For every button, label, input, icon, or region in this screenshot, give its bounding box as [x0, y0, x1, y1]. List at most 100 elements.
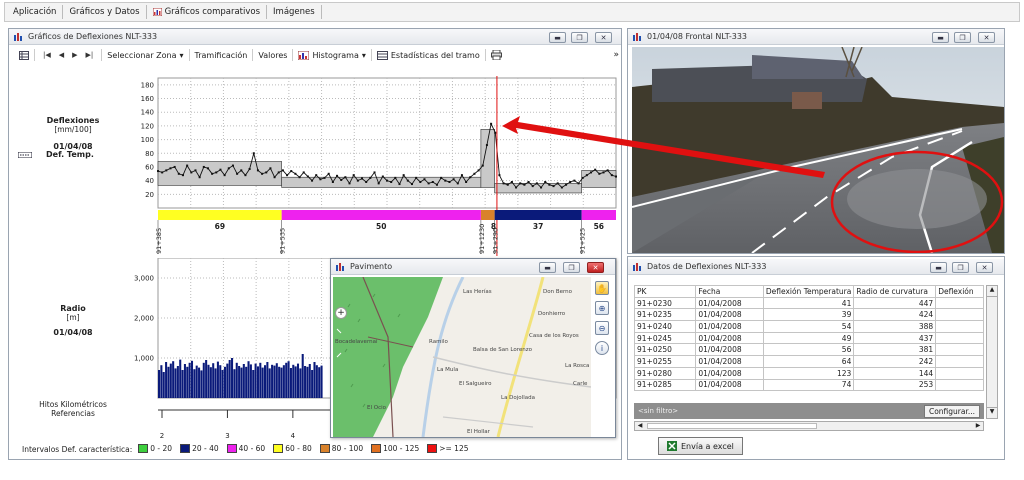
legend-swatch — [138, 444, 149, 453]
configure-button[interactable]: Configurar... — [923, 404, 980, 418]
last-icon[interactable]: ▶| — [83, 51, 97, 59]
radius-bar — [256, 366, 259, 398]
grid-toggle-button[interactable] — [14, 49, 35, 61]
scroll-right-icon[interactable]: ▶ — [973, 422, 983, 430]
close-button[interactable]: ✕ — [587, 262, 604, 273]
column-header[interactable]: Radio de curvatura — [853, 285, 937, 298]
deflection-point — [423, 178, 426, 181]
data-table: PK Fecha Deflexión Temperatura Radio de cur… — [634, 285, 984, 392]
column-header[interactable]: Fecha — [695, 285, 764, 298]
table-cell: 242 — [853, 355, 937, 368]
legend-label: >= 125 — [439, 444, 469, 453]
maximize-button[interactable]: ❐ — [571, 32, 588, 43]
table-row[interactable]: 91+0235 01/04/2008 39 424 — [634, 308, 984, 322]
menu-tab-graficos-datos[interactable]: Gráficos y Datos — [63, 5, 147, 19]
column-header[interactable]: Deflexión — [935, 285, 984, 298]
deflection-point — [290, 170, 293, 173]
maximize-button[interactable]: ❐ — [954, 32, 971, 43]
deflection-point — [410, 183, 413, 186]
prev-icon[interactable]: ◀ — [56, 51, 67, 59]
photo-window-title: 01/04/08 Frontal NLT-333 — [647, 32, 748, 41]
dropdown-arrow-icon: ▾ — [361, 50, 366, 60]
legend-item: 40 - 60 — [226, 444, 265, 453]
first-icon[interactable]: |◀ — [40, 51, 54, 59]
next-icon[interactable]: ▶ — [69, 51, 80, 59]
table-row[interactable]: 91+0240 01/04/2008 54 388 — [634, 320, 984, 333]
table-row[interactable]: 91+0285 01/04/2008 74 253 — [634, 378, 984, 392]
radius-bar — [266, 362, 269, 398]
column-header[interactable]: PK — [634, 285, 697, 298]
radius-bar — [285, 362, 288, 398]
tramification-button[interactable]: Tramificación — [190, 49, 254, 61]
pan-hand-icon[interactable]: ✋ — [595, 281, 609, 295]
radius-bar — [235, 362, 238, 398]
minimize-button[interactable]: ▬ — [932, 32, 949, 43]
radius-bar — [205, 360, 208, 398]
vertical-scrollbar[interactable]: ▲ ▼ — [986, 285, 998, 419]
radius-bar — [202, 362, 205, 398]
zoom-in-icon[interactable]: ⊕ — [595, 301, 609, 315]
table-row[interactable]: 91+0230 01/04/2008 41 447 — [634, 296, 984, 310]
close-button[interactable]: ✕ — [976, 262, 993, 273]
table-row[interactable]: 91+0245 01/04/2008 49 437 — [634, 331, 984, 345]
deflection-point — [415, 176, 418, 179]
minimize-button[interactable]: ▬ — [930, 262, 947, 273]
menu-tab-graficos-comparativos[interactable]: Gráficos comparativos — [147, 5, 268, 19]
horizontal-scrollbar[interactable]: ◀ ▶ — [634, 421, 984, 431]
radius-bar — [162, 372, 165, 398]
deflection-point — [356, 179, 359, 182]
deflection-point — [231, 164, 234, 167]
scroll-left-icon[interactable]: ◀ — [635, 422, 645, 430]
table-row[interactable]: 91+0255 01/04/2008 64 242 — [634, 355, 984, 368]
menu-tab-aplicacion[interactable]: Aplicación — [7, 5, 64, 19]
table-cell — [935, 343, 984, 357]
table-cell: 91+0230 — [634, 296, 697, 310]
histogram-button[interactable]: Histograma ▾ — [293, 49, 372, 61]
y-tick-label: 140 — [141, 109, 154, 117]
menu-tab-imagenes[interactable]: Imágenes — [267, 5, 322, 19]
close-button[interactable]: ✕ — [595, 32, 612, 43]
map-view[interactable]: + Las Herías Don Berno Donhierro Bocadel… — [333, 277, 591, 437]
table-cell — [935, 378, 984, 392]
scroll-down-icon[interactable]: ▼ — [987, 407, 997, 418]
minimize-button[interactable]: ▬ — [539, 262, 556, 273]
radius-bar — [167, 366, 170, 398]
filter-text[interactable]: <sin filtro> — [638, 407, 678, 415]
close-button[interactable]: ✕ — [978, 32, 995, 43]
maximize-button[interactable]: ❐ — [952, 262, 969, 273]
table-cell: 437 — [853, 331, 937, 345]
toolbar-overflow-button[interactable]: » — [613, 50, 621, 60]
overflow-label: » — [613, 50, 619, 60]
deflection-point — [173, 165, 176, 168]
y-tick-label: 20 — [145, 191, 154, 199]
table-cell: 01/04/2008 — [695, 343, 764, 357]
info-icon[interactable]: i — [595, 341, 609, 355]
radius-bar — [195, 365, 198, 398]
deflection-point — [315, 174, 318, 177]
maximize-button[interactable]: ❐ — [563, 262, 580, 273]
y-tick-label: 60 — [145, 163, 154, 171]
column-header[interactable]: Deflexión Temperatura — [762, 285, 855, 298]
deflection-point — [336, 174, 339, 177]
stats-button[interactable]: Estadísticas del tramo — [372, 49, 486, 61]
map-label: Bocadelavernai — [335, 339, 378, 345]
scroll-up-icon[interactable]: ▲ — [987, 286, 997, 297]
export-excel-button[interactable]: Envía a excel — [658, 437, 743, 455]
deflection-point — [219, 168, 222, 171]
radius-bar — [221, 370, 224, 398]
values-button[interactable]: Valores — [253, 49, 294, 61]
radius-bar — [273, 365, 276, 398]
select-zone-button[interactable]: Seleccionar Zona ▾ — [102, 49, 190, 61]
minimize-button[interactable]: ▬ — [549, 32, 566, 43]
radius-bar — [296, 363, 300, 398]
print-button[interactable] — [486, 49, 507, 61]
deflection-point — [444, 179, 447, 182]
zoom-plus-icon[interactable]: + — [335, 307, 347, 319]
table-row[interactable]: 91+0250 01/04/2008 56 381 — [634, 343, 984, 357]
deflection-point — [261, 172, 264, 175]
radius-bar — [172, 361, 175, 398]
radius-bar — [313, 362, 316, 398]
scroll-thumb[interactable] — [647, 423, 817, 429]
zoom-out-icon[interactable]: ⊖ — [595, 321, 609, 335]
table-row[interactable]: 91+0280 01/04/2008 123 144 — [634, 366, 984, 380]
